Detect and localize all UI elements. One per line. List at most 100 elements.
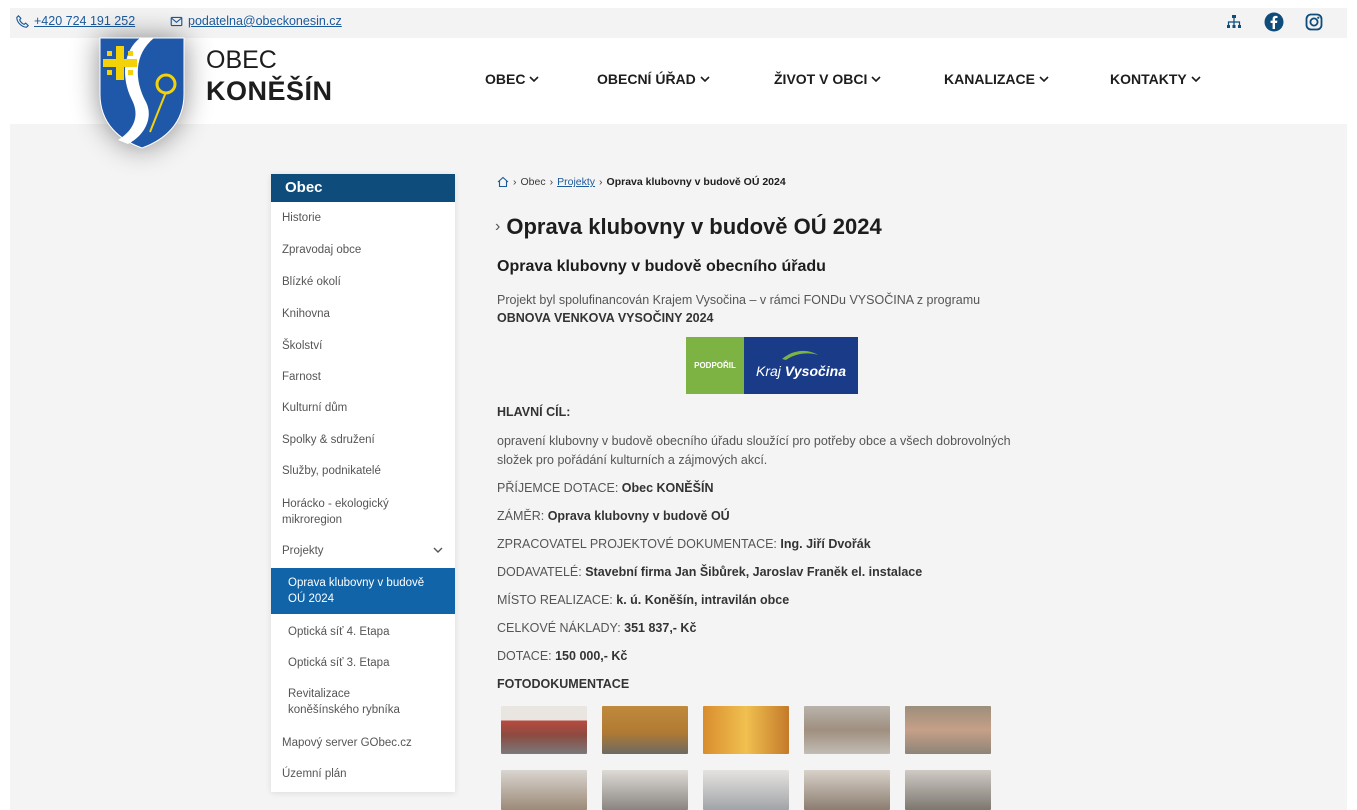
site-brand[interactable]: OBEC KONĚŠÍN [206, 45, 333, 107]
sidebar-item-projekty[interactable]: Projekty [271, 543, 455, 559]
nav-kanalizace-label: KANALIZACE [944, 71, 1035, 87]
instagram-icon[interactable] [1303, 11, 1325, 33]
sidebar-item-skolstvi[interactable]: Školství [271, 338, 455, 354]
intro-text: Projekt byl spolufinancován Krajem Vysoč… [497, 293, 981, 307]
nav-zivot-v-obci[interactable]: ŽIVOT V OBCI [774, 71, 881, 87]
sidebar-item-kulturni-dum[interactable]: Kulturní dům [271, 400, 455, 416]
info-value: 351 837,- Kč [624, 621, 697, 635]
chevron-down-icon [1191, 76, 1201, 83]
chevron-down-icon[interactable] [433, 546, 443, 554]
info-label: PŘÍJEMCE DOTACE: [497, 481, 622, 495]
coat-of-arms-logo[interactable] [94, 32, 190, 150]
email-link[interactable]: podatelna@obeckonesin.cz [170, 14, 342, 28]
info-row-dodavatele: DODAVATELÉ: Stavební firma Jan Šibůrek, … [497, 563, 922, 582]
badge-podporil: PODPOŘIL [686, 337, 744, 394]
goal-text-2: složek pro pořádání kulturních a zájmový… [497, 453, 768, 467]
sidebar-item-farnost[interactable]: Farnost [271, 369, 455, 385]
sidebar-item-sluzby[interactable]: Služby, podnikatelé [271, 463, 455, 479]
breadcrumb-projekty[interactable]: Projekty [557, 176, 595, 188]
brand-line-2: KONĚŠÍN [206, 76, 333, 106]
goal-text-1: opravení klubovny v budově obecního úřad… [497, 434, 1011, 448]
nav-kontakty-label: KONTAKTY [1110, 71, 1187, 87]
goal-heading: HLAVNÍ CÍL: [497, 405, 571, 419]
home-icon[interactable] [497, 176, 509, 188]
phone-number: +420 724 191 252 [34, 14, 136, 28]
photo-thumbnail[interactable] [602, 770, 688, 810]
sidebar-item-blizke-okoli[interactable]: Blízké okolí [271, 274, 455, 290]
breadcrumb-separator: › [599, 176, 603, 188]
info-label: ZPRACOVATEL PROJEKTOVÉ DOKUMENTACE: [497, 537, 781, 551]
info-row-naklady: CELKOVÉ NÁKLADY: 351 837,- Kč [497, 619, 696, 638]
badge-kraj: Kraj [755, 362, 781, 379]
sidebar-title: Obec [271, 174, 455, 202]
photo-thumbnail[interactable] [703, 706, 789, 754]
photo-thumbnail[interactable] [602, 706, 688, 754]
top-bar: +420 724 191 252 podatelna@obeckonesin.c… [10, 8, 1347, 38]
brand-line-1: OBEC [206, 46, 277, 74]
info-label: CELKOVÉ NÁKLADY: [497, 621, 625, 635]
info-row-zamer: ZÁMĚR: Oprava klubovny v budově OÚ [497, 507, 730, 526]
mail-icon [170, 16, 183, 26]
sidebar-item-revitalizace[interactable]: Revitalizace koněšínského rybníka [271, 686, 421, 718]
sidebar-item-horacko[interactable]: Horácko - ekologický mikroregion [271, 496, 421, 528]
page-subtitle: Oprava klubovny v budově obecního úřadu [497, 258, 826, 275]
badge-vysocina: Vysočina [784, 362, 847, 379]
info-label: DOTACE: [497, 649, 556, 663]
info-value: Stavební firma Jan Šibůrek, Jaroslav Fra… [585, 565, 923, 579]
kraj-vysocina-badge: PODPOŘIL Kraj Vysočina [686, 337, 858, 394]
sidebar-item-oprava-label: Oprava klubovny v budově OÚ 2024 [288, 577, 425, 605]
sidebar-item-zpravodaj[interactable]: Zpravodaj obce [271, 242, 455, 258]
sidebar-item-oprava-klubovny[interactable]: Oprava klubovny v budově OÚ 2024 [271, 568, 455, 614]
chevron-down-icon [700, 76, 710, 83]
nav-obecni-urad[interactable]: OBECNÍ ÚŘAD [597, 71, 710, 87]
sitemap-icon[interactable] [1223, 11, 1245, 33]
nav-kanalizace[interactable]: KANALIZACE [944, 71, 1049, 87]
sidebar-item-historie[interactable]: Historie [271, 210, 455, 226]
program-name: OBNOVA VENKOVA VYSOČINY 2024 [497, 311, 714, 325]
info-value: 150 000,- Kč [555, 649, 628, 663]
sidebar-item-mapovy-server[interactable]: Mapový server GObec.cz [271, 735, 455, 751]
page-title: › Oprava klubovny v budově OÚ 2024 [495, 214, 882, 240]
breadcrumb-obec[interactable]: Obec [521, 176, 546, 188]
photo-gallery-row-2 [501, 770, 991, 810]
breadcrumb-current: Oprava klubovny v budově OÚ 2024 [606, 176, 786, 188]
info-value: Oprava klubovny v budově OÚ [547, 509, 730, 523]
photo-thumbnail[interactable] [804, 770, 890, 810]
photo-thumbnail[interactable] [501, 706, 587, 754]
breadcrumb-separator: › [549, 176, 554, 188]
phone-link[interactable]: +420 724 191 252 [16, 14, 135, 28]
sidebar-item-spolky[interactable]: Spolky & sdružení [271, 432, 455, 448]
sidebar-item-knihovna[interactable]: Knihovna [271, 306, 455, 322]
facebook-icon[interactable] [1263, 11, 1285, 33]
photo-thumbnail[interactable] [804, 706, 890, 754]
sidebar: Obec Historie Zpravodaj obce Blízké okol… [271, 174, 455, 792]
info-row-misto: MÍSTO REALIZACE: k. ú. Koněšín, intravil… [497, 591, 789, 610]
sidebar-item-uzemni-plan[interactable]: Územní plán [271, 766, 455, 782]
nav-kontakty[interactable]: KONTAKTY [1110, 71, 1201, 87]
sidebar-item-opticka-3[interactable]: Optická síť 3. Etapa [271, 655, 455, 671]
page-title-text: Oprava klubovny v budově OÚ 2024 [506, 214, 882, 239]
breadcrumb: › Obec › Projekty › Oprava klubovny v bu… [497, 176, 786, 188]
info-value: Obec KONĚŠÍN [621, 481, 714, 495]
photo-heading: FOTODOKUMENTACE [497, 677, 630, 691]
nav-zivot-label: ŽIVOT V OBCI [774, 71, 868, 87]
email-address: podatelna@obeckonesin.cz [188, 14, 342, 28]
photo-thumbnail[interactable] [905, 706, 991, 754]
photo-gallery-row-1 [501, 706, 991, 754]
badge-kraj-vysocina: Kraj Vysočina [744, 337, 858, 394]
nav-obec-label: OBEC [485, 71, 526, 87]
photo-thumbnail[interactable] [905, 770, 991, 810]
nav-obecni-urad-label: OBECNÍ ÚŘAD [597, 71, 696, 87]
info-label: ZÁMĚR: [497, 509, 548, 523]
breadcrumb-separator: › [513, 176, 517, 188]
info-value: Ing. Jiří Dvořák [780, 537, 871, 551]
site-header: OBEC KONĚŠÍN OBEC OBECNÍ ÚŘAD ŽIVOT V OB… [10, 37, 1347, 149]
swoosh-icon [782, 350, 818, 360]
info-label: DODAVATELÉ: [497, 565, 586, 579]
nav-obec[interactable]: OBEC [485, 71, 540, 87]
info-value: k. ú. Koněšín, intravilán obce [616, 593, 790, 607]
photo-thumbnail[interactable] [703, 770, 789, 810]
sidebar-item-projekty-label: Projekty [282, 545, 324, 557]
photo-thumbnail[interactable] [501, 770, 587, 810]
sidebar-item-opticka-4[interactable]: Optická síť 4. Etapa [271, 624, 455, 640]
